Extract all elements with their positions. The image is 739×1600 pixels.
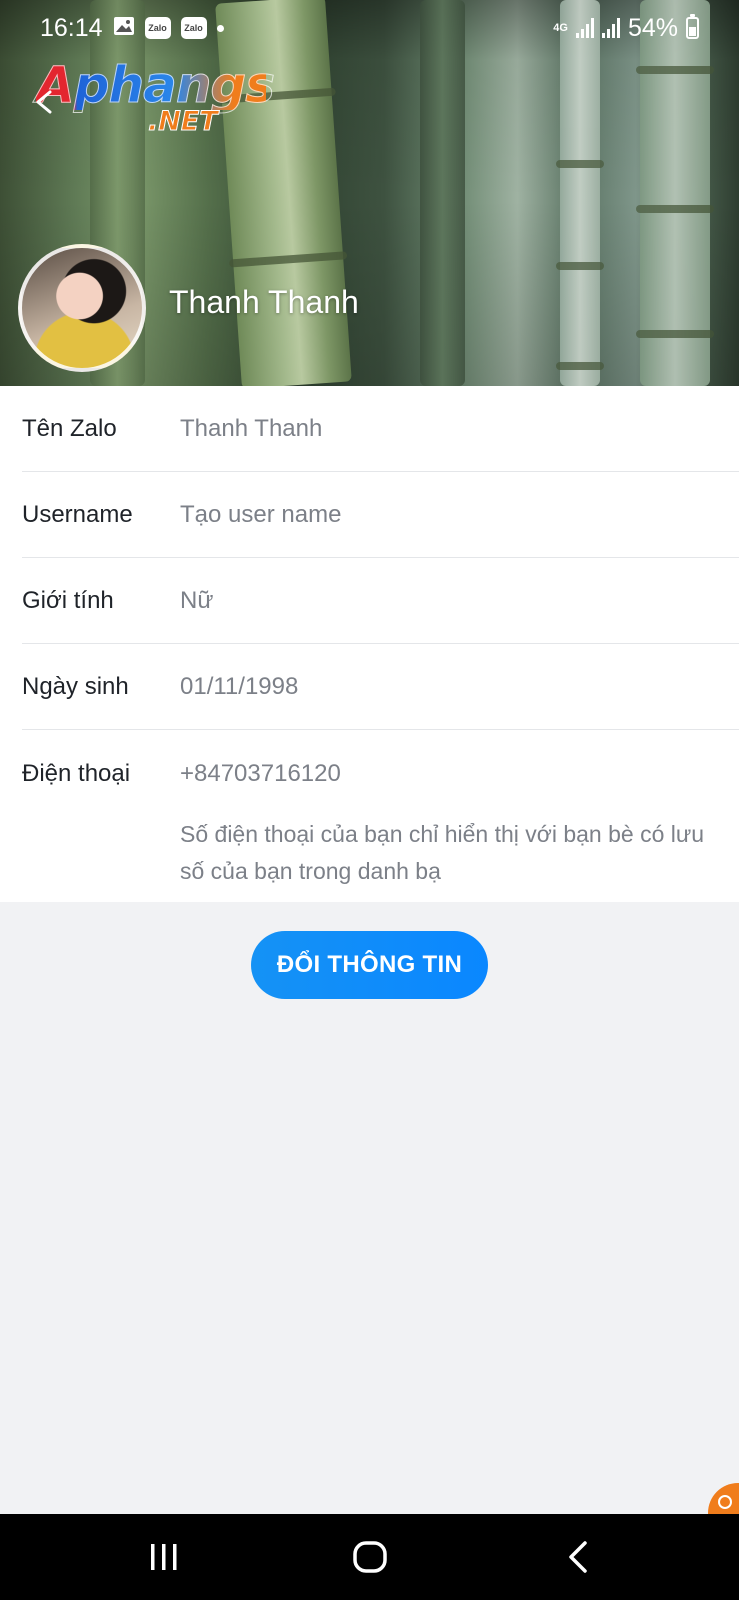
info-label: Username (22, 500, 133, 528)
zalo-icon: Zalo (180, 17, 207, 39)
info-value: Nữ (180, 586, 214, 614)
phone-number: +84703716120 (180, 760, 341, 787)
signal-icon (601, 18, 620, 38)
status-bar: 16:14 Zalo Zalo 4G 54% (0, 0, 739, 56)
home-icon[interactable] (340, 1534, 400, 1580)
avatar[interactable] (18, 244, 146, 372)
info-label: Tên Zalo (22, 414, 117, 442)
more-notifications-icon (216, 24, 224, 32)
info-panel: Tên Zalo Thanh Thanh Username Tạo user n… (0, 386, 739, 902)
recent-apps-icon[interactable] (134, 1534, 194, 1580)
battery-icon (686, 14, 699, 39)
gallery-icon (113, 14, 135, 43)
info-row-zalo-name: Tên Zalo Thanh Thanh (22, 386, 739, 472)
bamboo-stalk (420, 0, 465, 386)
bamboo-stalk (556, 0, 604, 386)
watermark-logo: Aphangs .NET (36, 56, 276, 140)
edit-info-button[interactable]: ĐỔI THÔNG TIN (251, 931, 488, 999)
watermark-main-text: Aphangs (36, 56, 276, 114)
network-type: 4G (553, 21, 568, 34)
watermark-sub-text: .NET (148, 106, 219, 138)
info-label: Giới tính (22, 586, 114, 614)
zalo-icon: Zalo (144, 17, 171, 39)
info-value: Thanh Thanh (180, 414, 323, 442)
system-nav-bar (0, 1514, 739, 1600)
status-time: 16:14 (40, 13, 103, 42)
phone-privacy-note: Số điện thoại của bạn chỉ hiển thị với b… (180, 821, 705, 884)
info-label: Ngày sinh (22, 672, 129, 700)
signal-icon (575, 18, 594, 38)
battery-percent: 54% (627, 13, 678, 42)
info-row-username[interactable]: Username Tạo user name (22, 472, 739, 558)
info-value[interactable]: Tạo user name (180, 501, 341, 529)
info-row-gender: Giới tính Nữ (22, 558, 739, 644)
profile-name: Thanh Thanh (169, 284, 359, 320)
info-row-phone: Điện thoại +84703716120 Số điện thoại củ… (22, 730, 739, 902)
bamboo-stalk (636, 0, 714, 386)
info-row-birthday: Ngày sinh 01/11/1998 (22, 644, 739, 730)
nav-back-icon[interactable] (548, 1534, 608, 1580)
info-value: 01/11/1998 (180, 672, 299, 700)
info-label: Điện thoại (22, 760, 131, 787)
back-icon[interactable] (32, 88, 60, 116)
